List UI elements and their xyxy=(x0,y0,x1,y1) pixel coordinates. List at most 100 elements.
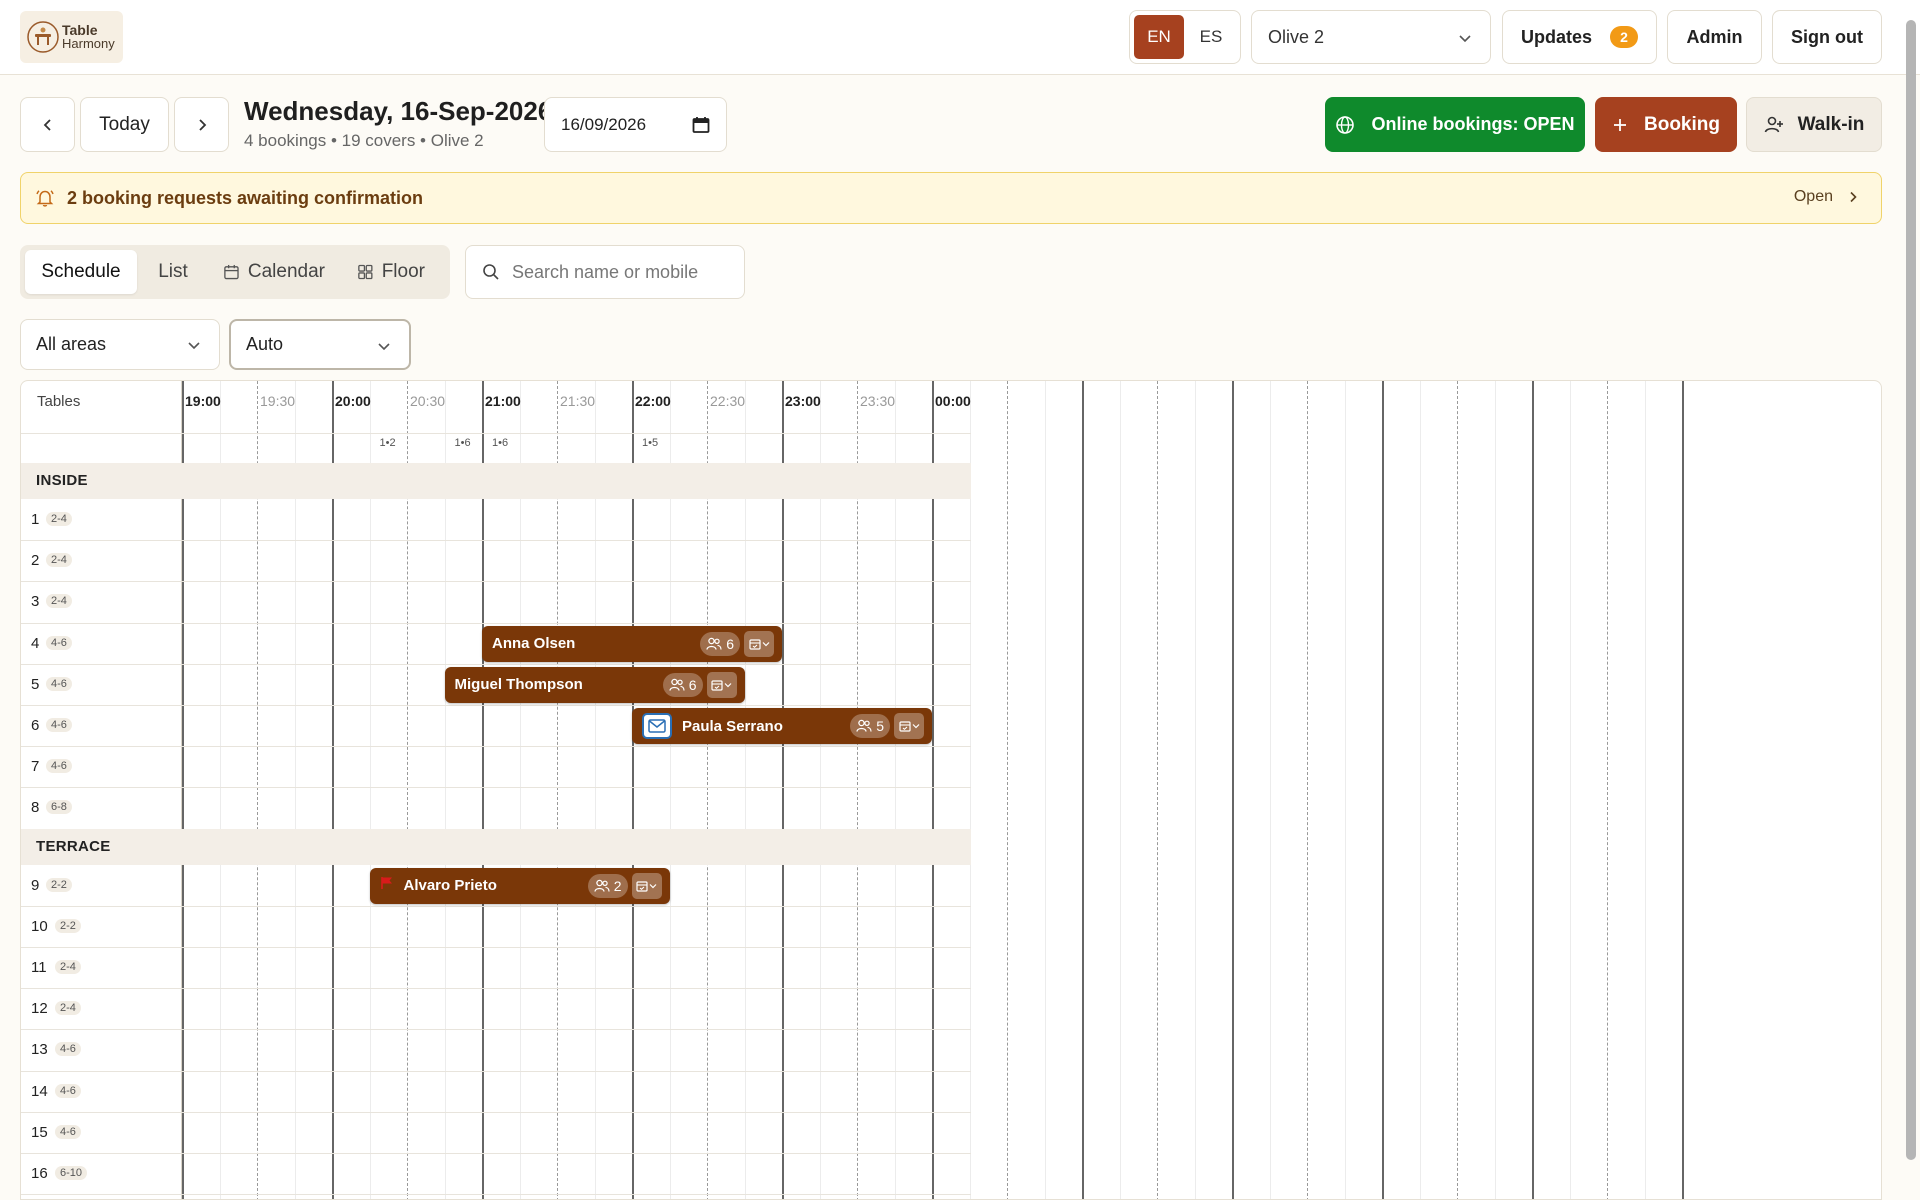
tab-list[interactable]: List xyxy=(141,250,205,294)
table-capacity: 6-8 xyxy=(46,800,72,815)
grid-quarter-line xyxy=(1644,381,1646,1199)
brand-name: Table Harmony xyxy=(62,23,115,50)
top-bar: Table Harmony EN ES Olive 2 Updates 2 Ad… xyxy=(0,0,1920,75)
grid-half-line xyxy=(257,381,258,1199)
admin-button[interactable]: Admin xyxy=(1667,10,1762,64)
slot-count-label: 1•6 xyxy=(492,437,509,449)
time-label: 00:00 xyxy=(935,393,971,409)
table-capacity: 2-2 xyxy=(46,877,72,892)
calendar-icon[interactable] xyxy=(692,116,710,134)
table-capacity: 4-6 xyxy=(46,759,72,774)
sign-out-button[interactable]: Sign out xyxy=(1772,10,1882,64)
search-icon xyxy=(483,264,499,280)
grid-quarter-line xyxy=(1119,381,1121,1199)
schedule-grid: Tables 19:00 19:30 20:00 20:30 21:00 21:30 22:… xyxy=(21,381,1684,1199)
online-bookings-toggle[interactable]: Online bookings: OPEN xyxy=(1325,97,1585,152)
chevron-down-icon xyxy=(762,641,769,646)
venue-select[interactable]: Olive 2 xyxy=(1251,10,1491,64)
walk-in-label: Walk-in xyxy=(1797,113,1865,135)
grid-hour-line xyxy=(1082,381,1084,1199)
search-input[interactable] xyxy=(512,261,732,283)
booking-status-menu[interactable] xyxy=(706,671,737,698)
tab-calendar[interactable]: Calendar xyxy=(209,250,339,294)
table-number: 9 xyxy=(31,876,40,894)
grid-quarter-line xyxy=(1419,381,1421,1199)
table-number: 4 xyxy=(31,634,40,652)
row-divider xyxy=(21,1111,971,1113)
table-number: 5 xyxy=(31,675,40,693)
grid-half-line xyxy=(407,381,408,1199)
booking-status-menu[interactable] xyxy=(894,713,924,739)
row-divider xyxy=(21,705,971,706)
updates-button[interactable]: Updates 2 xyxy=(1502,10,1657,64)
grid-quarter-line xyxy=(1194,381,1196,1199)
row-divider xyxy=(21,947,971,948)
grid-hour-line xyxy=(482,381,484,1199)
booking-status-menu[interactable] xyxy=(744,630,774,657)
booking-status-menu[interactable] xyxy=(631,872,662,899)
chevron-left-icon xyxy=(43,118,51,131)
grid-quarter-line xyxy=(894,381,896,1199)
booking-block[interactable]: Anna Olsen 6 xyxy=(482,625,782,662)
row-divider xyxy=(21,581,971,583)
mail-icon-box xyxy=(642,713,672,739)
tab-schedule[interactable]: Schedule xyxy=(25,250,137,294)
guests-icon xyxy=(706,637,722,650)
booking-guest-name: Alvaro Prieto xyxy=(403,877,497,895)
booking-block[interactable]: Paula Serrano 5 xyxy=(632,708,932,744)
row-divider xyxy=(21,787,971,789)
grid-hour-line xyxy=(1682,381,1684,1199)
booking-guest-count: 6 xyxy=(700,631,740,656)
brand-logo[interactable]: Table Harmony xyxy=(20,11,123,63)
today-button[interactable]: Today xyxy=(80,97,169,152)
time-label: 21:00 xyxy=(485,393,521,409)
alert-message: 2 booking requests awaiting confirmation xyxy=(67,187,424,208)
area-label: INSIDE xyxy=(36,472,88,489)
next-day-button[interactable] xyxy=(174,97,229,152)
new-booking-button[interactable]: Booking xyxy=(1595,97,1737,152)
lang-es-button[interactable]: ES xyxy=(1186,15,1236,59)
row-divider xyxy=(21,1194,971,1196)
booking-block[interactable]: Miguel Thompson 6 xyxy=(444,666,745,703)
grid-half-line xyxy=(1457,381,1458,1199)
grid-half-line xyxy=(1607,381,1608,1199)
table-number: 15 xyxy=(31,1123,48,1141)
table-number: 7 xyxy=(31,758,40,776)
grid-quarter-line xyxy=(594,381,596,1199)
lang-en-button[interactable]: EN xyxy=(1134,15,1184,59)
row-divider xyxy=(21,540,971,542)
table-number: 2 xyxy=(31,552,40,570)
booking-block[interactable]: Alvaro Prieto 2 xyxy=(369,867,670,904)
tab-floor[interactable]: Floor xyxy=(343,250,439,294)
page-scrollbar[interactable] xyxy=(1906,20,1916,1160)
grid-half-line xyxy=(707,381,708,1199)
table-number: 8 xyxy=(31,799,40,817)
tables-column-divider xyxy=(181,381,182,1199)
date-picker-input[interactable]: 16/09/2026 xyxy=(544,97,727,152)
grid-half-line xyxy=(1007,381,1008,1199)
time-label: 23:00 xyxy=(785,393,821,409)
search-box xyxy=(465,245,745,299)
mode-select[interactable]: Auto xyxy=(229,319,411,370)
mode-select-value: Auto xyxy=(246,334,284,354)
table-capacity: 2-4 xyxy=(46,553,72,568)
chevron-down-icon xyxy=(724,682,732,688)
grid-quarter-line xyxy=(294,381,296,1199)
time-label: 19:30 xyxy=(260,393,296,409)
walk-in-button[interactable]: Walk-in xyxy=(1746,97,1882,152)
guest-count-value: 5 xyxy=(876,718,884,734)
table-capacity: 2-4 xyxy=(46,594,72,609)
alert-open-link[interactable]: Open xyxy=(1794,188,1859,206)
tab-calendar-label: Calendar xyxy=(247,261,325,282)
view-tabs: Schedule List Calendar Floor xyxy=(20,245,450,299)
calendar-status-icon xyxy=(898,721,911,732)
row-divider xyxy=(21,988,971,990)
pending-requests-alert: 2 booking requests awaiting confirmation… xyxy=(20,172,1882,224)
booking-guest-count: 2 xyxy=(587,873,628,898)
area-filter-select[interactable]: All areas xyxy=(20,319,220,370)
time-label: 20:30 xyxy=(410,393,446,409)
date-value: 16/09/2026 xyxy=(561,114,647,134)
updates-label: Updates xyxy=(1520,26,1592,47)
user-plus-icon xyxy=(1764,116,1783,132)
prev-day-button[interactable] xyxy=(20,97,75,152)
